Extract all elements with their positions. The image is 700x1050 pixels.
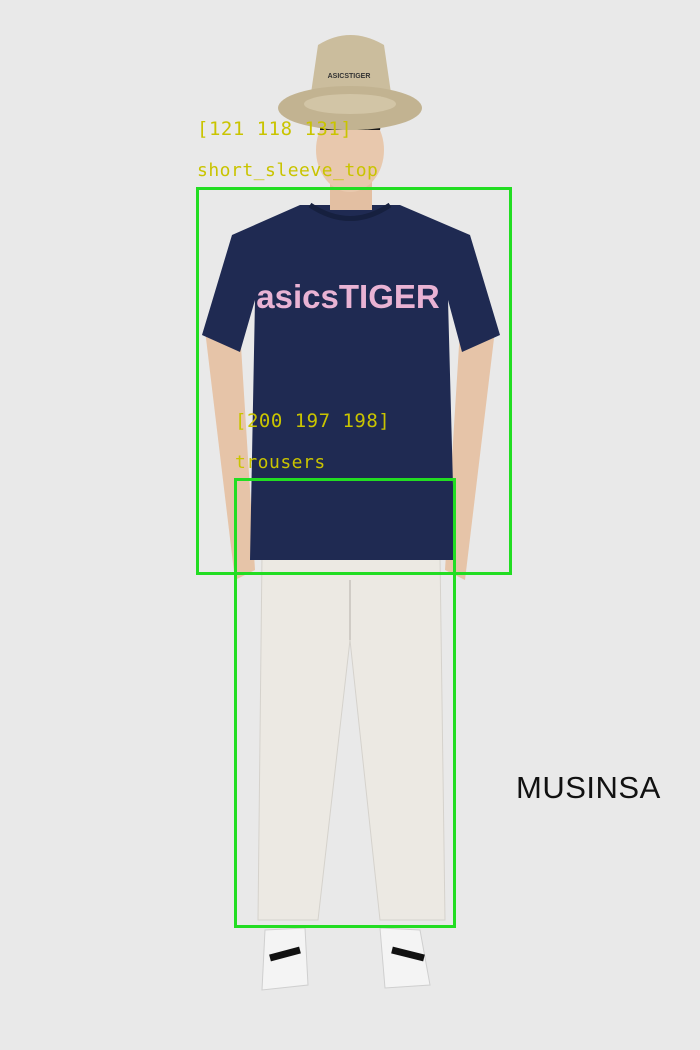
bucket-hat [278, 35, 422, 130]
musinsa-watermark: MUSINSA [516, 770, 661, 805]
trousers-class-label: trousers [235, 452, 326, 473]
top-color-label: [121 118 131] [197, 118, 353, 140]
hat-print: ASICSTIGER [328, 73, 371, 80]
sneakers [261, 927, 431, 991]
top-class-label: short_sleeve_top [197, 160, 379, 181]
trousers-bbox [234, 478, 456, 928]
trousers-color-label: [200 197 198] [235, 410, 391, 432]
